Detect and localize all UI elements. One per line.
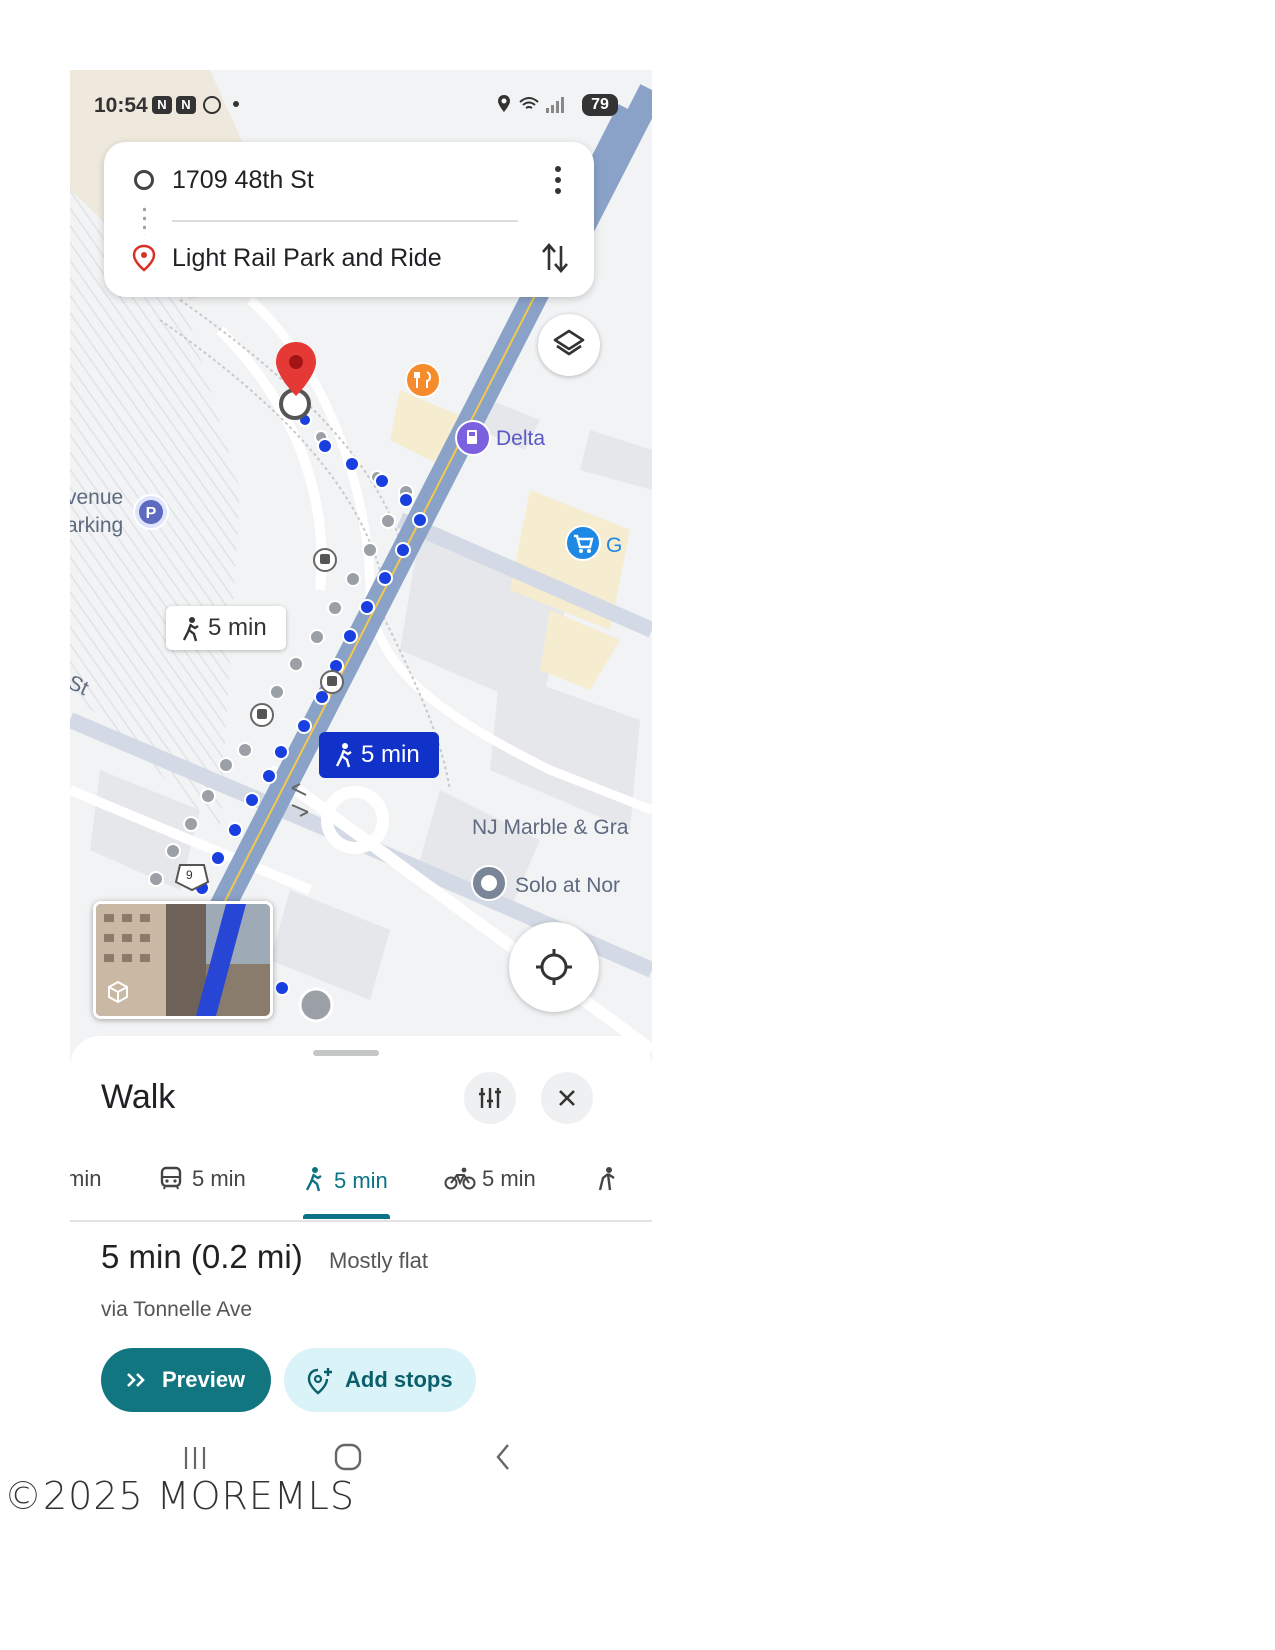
active-tab-indicator bbox=[303, 1214, 390, 1219]
double-chevron-icon bbox=[127, 1373, 145, 1387]
map-label-avenue: venue bbox=[70, 486, 124, 509]
recents-icon[interactable] bbox=[180, 1443, 210, 1473]
route-connector-dots bbox=[143, 205, 146, 235]
parking-poi-icon[interactable]: P bbox=[132, 494, 170, 536]
map-label-g[interactable]: G bbox=[606, 534, 622, 558]
route-options-button[interactable] bbox=[464, 1072, 516, 1124]
battery-indicator: 79 bbox=[582, 94, 618, 116]
fields-divider bbox=[172, 220, 518, 222]
tab-walk-label: 5 min bbox=[334, 1168, 388, 1193]
map-label-solo[interactable]: Solo at Nor bbox=[515, 874, 620, 898]
signal-icon bbox=[546, 97, 564, 113]
place-poi-icon[interactable] bbox=[470, 865, 508, 907]
destination-marker-icon bbox=[132, 244, 156, 272]
location-status-icon bbox=[498, 95, 510, 112]
mode-title: Walk bbox=[101, 1078, 176, 1116]
map-view[interactable]: Delta G P venue arking St 9 NJ Marble & … bbox=[70, 70, 652, 1100]
add-stops-button-label: Add stops bbox=[345, 1367, 453, 1392]
map-label-delta[interactable]: Delta bbox=[496, 427, 545, 451]
directions-card: 1709 48th St Light Rail Park and Ride bbox=[104, 142, 594, 297]
origin-field[interactable]: 1709 48th St bbox=[172, 166, 314, 195]
route-time-distance: 5 min (0.2 mi) bbox=[101, 1238, 303, 1275]
preview-button-label: Preview bbox=[162, 1367, 246, 1392]
swap-icon[interactable] bbox=[540, 240, 570, 276]
route-terrain: Mostly flat bbox=[329, 1248, 429, 1273]
shopping-poi-icon[interactable] bbox=[564, 525, 602, 567]
crosshair-icon bbox=[536, 949, 572, 985]
close-button[interactable] bbox=[541, 1072, 593, 1124]
selected-route-time-chip[interactable]: 5 min bbox=[319, 732, 439, 778]
alt-route-time: 5 min bbox=[208, 614, 267, 641]
origin-circle-icon bbox=[134, 170, 154, 190]
home-icon[interactable] bbox=[332, 1441, 364, 1473]
my-location-button[interactable] bbox=[509, 922, 599, 1012]
tab-bike-label: 5 min bbox=[482, 1166, 536, 1191]
notification-n-icon: N bbox=[152, 96, 172, 114]
tab-transit[interactable]: 5 min bbox=[160, 1166, 246, 1192]
walk-icon bbox=[335, 743, 352, 768]
layers-icon bbox=[553, 329, 585, 356]
watermark: ©2025 MOREMLS bbox=[4, 1474, 355, 1518]
notification-n2-icon: N bbox=[176, 96, 196, 114]
back-icon[interactable] bbox=[492, 1441, 516, 1473]
tab-drive[interactable]: min bbox=[70, 1166, 101, 1192]
phone-screen: Delta G P venue arking St 9 NJ Marble & … bbox=[70, 70, 652, 1565]
preview-button[interactable]: Preview bbox=[101, 1348, 271, 1412]
more-options-icon[interactable] bbox=[552, 166, 564, 198]
close-icon bbox=[559, 1090, 575, 1106]
alt-route-time-chip[interactable]: 5 min bbox=[166, 606, 286, 650]
tab-drive-label: min bbox=[70, 1166, 102, 1191]
tab-bike[interactable]: 5 min bbox=[444, 1166, 536, 1192]
sheet-drag-handle[interactable] bbox=[313, 1050, 379, 1056]
wifi-icon bbox=[519, 97, 539, 109]
route-shield-label: 9 bbox=[186, 868, 193, 882]
map-label-nj-marble[interactable]: NJ Marble & Gra bbox=[472, 816, 628, 840]
bike-icon bbox=[444, 1167, 476, 1190]
add-location-icon bbox=[307, 1368, 332, 1395]
layers-button[interactable] bbox=[538, 314, 600, 376]
transit-icon bbox=[160, 1166, 182, 1190]
tab-rideshare[interactable] bbox=[594, 1166, 618, 1194]
svg-text:P: P bbox=[146, 505, 157, 522]
whatsapp-icon bbox=[203, 96, 221, 114]
status-time: 10:54 bbox=[94, 94, 148, 117]
street-view-thumbnail[interactable] bbox=[93, 901, 273, 1019]
map-label-parking: arking bbox=[70, 514, 124, 537]
walk-icon bbox=[305, 1167, 322, 1192]
tab-transit-label: 5 min bbox=[192, 1166, 246, 1191]
restaurant-poi-icon[interactable] bbox=[404, 362, 442, 404]
walk-icon bbox=[182, 617, 199, 642]
destination-pin-icon[interactable] bbox=[274, 340, 318, 400]
route-via: via Tonnelle Ave bbox=[101, 1298, 253, 1321]
status-bar: 10:54 N N 79 bbox=[70, 70, 652, 130]
gas-station-poi-icon[interactable] bbox=[454, 420, 492, 462]
more-notifications-dot-icon bbox=[233, 101, 239, 107]
rideshare-icon bbox=[598, 1167, 615, 1191]
selected-route-time: 5 min bbox=[361, 741, 420, 768]
add-stops-button[interactable]: Add stops bbox=[284, 1348, 476, 1412]
tab-walk[interactable]: 5 min bbox=[304, 1166, 388, 1194]
travel-mode-tabs: min 5 min 5 min 5 min bbox=[70, 1144, 652, 1222]
street-view-cube-icon bbox=[108, 980, 128, 1004]
tune-icon bbox=[479, 1088, 501, 1108]
destination-field[interactable]: Light Rail Park and Ride bbox=[172, 244, 442, 273]
